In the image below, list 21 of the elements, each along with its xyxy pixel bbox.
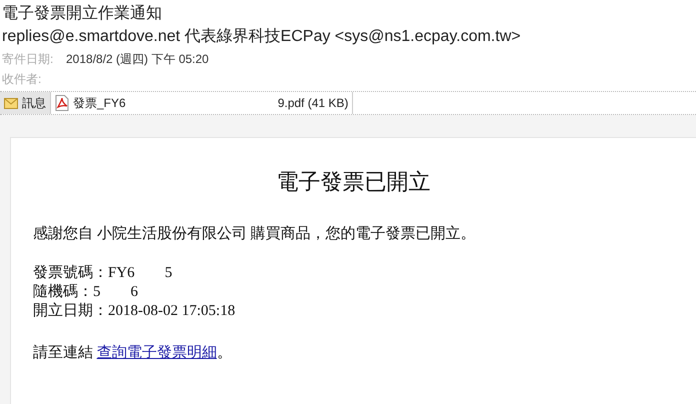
detail-label: 發票號碼： xyxy=(33,264,108,283)
field-label: 寄件日期: xyxy=(2,51,54,68)
envelope-icon xyxy=(4,98,18,108)
link-prompt: 請至連結 xyxy=(33,345,94,361)
detail-label: 隨機碼： xyxy=(33,283,93,302)
sender: replies@e.smartdove.net 代表綠界科技ECPay <sys@ns1.ecpay.com.tw> xyxy=(2,26,522,47)
intro-text: 感謝您自 小院生活股份有限公司 購買商品，您的電子發票已開立。 xyxy=(33,224,476,244)
field-value: 2018/8/2 (週四) 下午 05:20 xyxy=(66,51,209,68)
email-subject: 電子發票開立作業通知 xyxy=(2,4,163,24)
detail-value: 2018-08-02 17:05:18 xyxy=(108,302,236,321)
invoice-details-link[interactable]: 查詢電子發票明細 xyxy=(96,345,217,361)
pdf-file-icon xyxy=(55,95,69,111)
detail-label: 開立日期： xyxy=(33,302,108,321)
link-period: 。 xyxy=(216,345,232,361)
detail-value: 5 xyxy=(164,264,172,283)
attachment-tab[interactable]: 訊息 xyxy=(0,92,51,114)
detail-value: FY6 xyxy=(108,264,135,283)
body-heading: 電子發票已開立 xyxy=(276,168,432,196)
detail-value: 6 xyxy=(130,283,138,302)
field-label: 收件者: xyxy=(2,71,42,88)
detail-value: 5 xyxy=(93,283,100,302)
